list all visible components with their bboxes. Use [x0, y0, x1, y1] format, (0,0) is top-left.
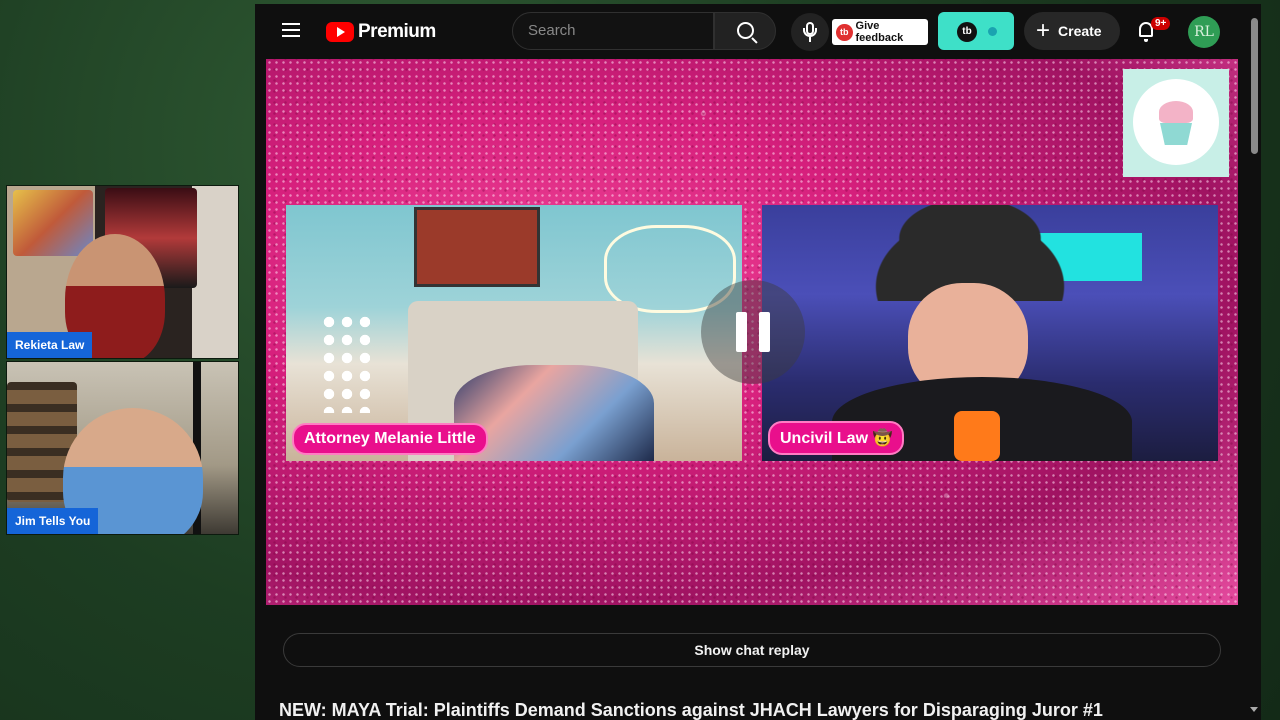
youtube-play-icon — [326, 22, 354, 42]
video-title: NEW: MAYA Trial: Plaintiffs Demand Sanct… — [279, 700, 1103, 720]
notification-badge: 9+ — [1151, 17, 1171, 30]
feedback-label: Give feedback — [855, 20, 904, 44]
participant-tile-melanie-little: Attorney Melanie Little — [286, 205, 742, 461]
menu-icon[interactable] — [282, 23, 300, 37]
participant-tile-uncivil-law: Uncivil Law 🤠 — [762, 205, 1218, 461]
scrollbar-thumb[interactable] — [1251, 18, 1258, 154]
microphone-foot — [809, 37, 811, 42]
microphone-foam — [954, 411, 1000, 461]
microphone-stand — [803, 28, 817, 37]
webcam-jim-tells-you: Jim Tells You — [6, 361, 239, 535]
create-button[interactable]: + Create — [1024, 12, 1120, 50]
search-button[interactable] — [714, 12, 776, 50]
create-label: Create — [1058, 23, 1102, 39]
notifications-button[interactable]: 9+ — [1135, 17, 1171, 48]
cam-name-tag: Jim Tells You — [7, 508, 99, 534]
status-dot-icon — [988, 27, 997, 36]
avatar[interactable]: RL — [1188, 16, 1220, 48]
logo-text: Premium — [358, 21, 436, 42]
search-input[interactable]: Search — [512, 12, 714, 50]
tubebuddy-logo-icon: tb — [957, 22, 977, 42]
page-scrollbar[interactable] — [1248, 4, 1261, 720]
participant-name-tag: Attorney Melanie Little — [292, 423, 488, 455]
logo-circle — [1133, 79, 1219, 165]
youtube-premium-logo[interactable]: Premium — [326, 21, 436, 43]
cupcake-frosting-icon — [1159, 101, 1193, 123]
cupcake-channel-logo — [1123, 69, 1229, 177]
top-bar: Premium Search tb Give feedback tb + Cre… — [255, 4, 1251, 60]
wall-painting — [13, 190, 93, 256]
plus-icon: + — [1036, 17, 1051, 44]
video-player[interactable]: Attorney Melanie Little Uncivil Law 🤠 — [266, 59, 1238, 605]
webcam-rekieta-law: Rekieta Law — [6, 185, 239, 359]
wall-art-frame — [414, 207, 540, 287]
show-chat-replay-button[interactable]: Show chat replay — [283, 633, 1221, 667]
cupcake-wrapper-icon — [1160, 123, 1192, 145]
orchid-plant — [320, 313, 370, 413]
pause-button[interactable] — [701, 280, 805, 384]
tubebuddy-icon: tb — [836, 23, 853, 41]
tubebuddy-extension-button[interactable]: tb — [938, 12, 1014, 50]
youtube-window: Premium Search tb Give feedback tb + Cre… — [255, 4, 1261, 720]
give-feedback-button[interactable]: tb Give feedback — [832, 19, 928, 45]
voice-search-button[interactable] — [791, 13, 829, 51]
cam-name-tag: Rekieta Law — [7, 332, 93, 358]
search-icon — [737, 22, 754, 39]
participant-name-tag: Uncivil Law 🤠 — [768, 421, 905, 455]
pause-icon — [736, 312, 747, 352]
scroll-down-arrow-icon[interactable] — [1250, 707, 1258, 712]
pause-icon-bar — [759, 312, 770, 352]
